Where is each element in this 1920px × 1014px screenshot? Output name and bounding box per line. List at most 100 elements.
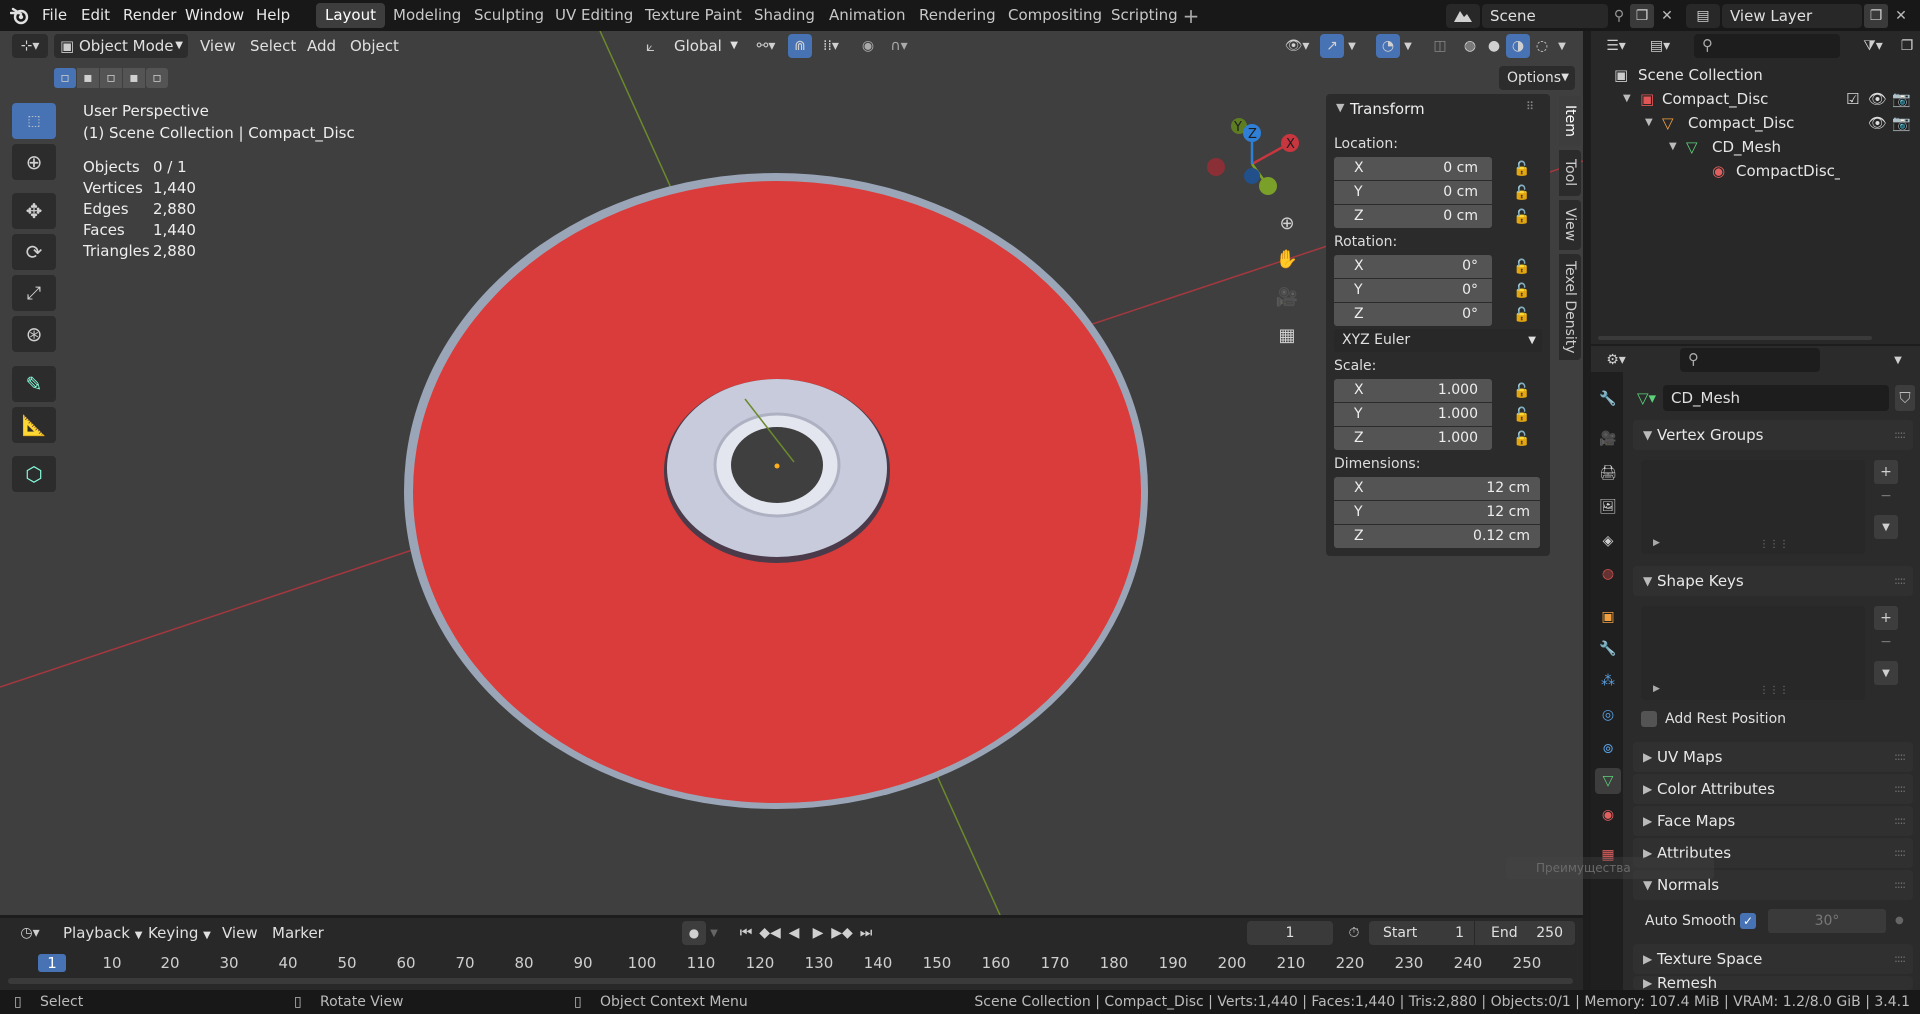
world-properties-icon[interactable]: ◍: [1595, 561, 1621, 587]
shading-rendered-icon[interactable]: ◌: [1530, 34, 1554, 58]
lock-icon[interactable]: 🔓: [1512, 382, 1532, 400]
viewport-menu-add[interactable]: Add: [300, 34, 343, 58]
lock-icon[interactable]: 🔓: [1512, 184, 1532, 202]
outliner-editor-type-icon[interactable]: ☰▾: [1598, 34, 1634, 58]
editor-type-icon[interactable]: ⊹▾: [12, 34, 48, 58]
workspace-tab-texture-paint[interactable]: Texture Paint: [636, 3, 751, 28]
shading-dropdown-icon[interactable]: ▼: [1554, 34, 1570, 58]
location-x-field[interactable]: X 0 cm: [1334, 157, 1492, 180]
camera-view-icon[interactable]: 🎥: [1272, 282, 1302, 312]
pivot-point-icon[interactable]: ⚯▾: [748, 34, 784, 58]
workspace-tab-scripting[interactable]: Scripting: [1102, 3, 1187, 28]
lock-icon[interactable]: 🔓: [1512, 258, 1532, 276]
tool-properties-icon[interactable]: 🔧: [1595, 386, 1621, 412]
orientation-dropdown[interactable]: ⟀ Global ▼: [644, 34, 740, 58]
workspace-tab-shading[interactable]: Shading: [745, 3, 824, 28]
play-icon[interactable]: ▶: [806, 921, 830, 945]
jump-start-icon[interactable]: ⏮: [734, 921, 758, 945]
transform-panel-title[interactable]: Transform: [1350, 100, 1425, 118]
select-extend-icon[interactable]: ▪: [77, 68, 99, 88]
scene-properties-icon[interactable]: ◈: [1595, 528, 1621, 554]
snap-toggle-icon[interactable]: ⋒: [788, 34, 812, 58]
viewport-menu-view[interactable]: View: [193, 34, 243, 58]
rotation-y-field[interactable]: Y 0°: [1334, 279, 1492, 302]
tool-move[interactable]: ✥: [12, 193, 56, 229]
auto-keying-dropdown-icon[interactable]: ▼: [706, 921, 722, 945]
mesh-data-selector[interactable]: ▽▾ CD_Mesh ⛉: [1633, 385, 1915, 411]
section-texture-space[interactable]: ▶ Texture Space::::: [1633, 944, 1913, 974]
auto-smooth-checkbox[interactable]: ✓: [1740, 913, 1756, 929]
view-layer-icon[interactable]: ▤: [1686, 4, 1720, 28]
current-frame-field[interactable]: 1: [1247, 921, 1333, 945]
jump-keyframe-back-icon[interactable]: ◆◀: [758, 921, 782, 945]
shading-wireframe-icon[interactable]: ◍: [1458, 34, 1482, 58]
workspace-tab-uv-editing[interactable]: UV Editing: [546, 3, 642, 28]
menu-window[interactable]: Window: [185, 3, 244, 28]
remove-vertex-group-icon[interactable]: −: [1874, 484, 1898, 508]
output-properties-icon[interactable]: 🖨: [1595, 460, 1621, 486]
dimensions-z-field[interactable]: Z 0.12 cm: [1334, 525, 1540, 548]
workspace-tab-modeling[interactable]: Modeling: [384, 3, 470, 28]
gizmo-dropdown-icon[interactable]: ▼: [1344, 34, 1360, 58]
menu-edit[interactable]: Edit: [81, 3, 110, 28]
proportional-edit-icon[interactable]: ◉: [856, 34, 880, 58]
menu-help[interactable]: Help: [256, 3, 290, 28]
location-z-field[interactable]: Z 0 cm: [1334, 205, 1492, 228]
outliner-row-cd-mesh[interactable]: ▼ ▽ CD_Mesh: [1614, 135, 1914, 159]
modifier-properties-icon[interactable]: 🔧: [1595, 636, 1621, 662]
viewport-menu-select[interactable]: Select: [243, 34, 303, 58]
tool-cursor[interactable]: ⊕: [12, 144, 56, 180]
outliner-search-input[interactable]: ⚲: [1694, 34, 1840, 58]
play-reverse-icon[interactable]: ◀: [782, 921, 806, 945]
section-uv-maps[interactable]: ▶ UV Maps::::: [1633, 742, 1913, 772]
menu-file[interactable]: File: [42, 3, 67, 28]
lock-icon[interactable]: 🔓: [1512, 160, 1532, 178]
lock-icon[interactable]: 🔓: [1512, 306, 1532, 324]
view-layer-field[interactable]: View Layer: [1722, 4, 1862, 28]
scene-name-field[interactable]: Scene: [1482, 4, 1608, 28]
chevron-down-icon[interactable]: ▼: [1336, 101, 1344, 114]
mesh-data-properties-icon[interactable]: ▽: [1595, 768, 1621, 794]
workspace-tab-compositing[interactable]: Compositing: [999, 3, 1111, 28]
workspace-tab-rendering[interactable]: Rendering: [910, 3, 1005, 28]
outliner-row-compact-disc-object[interactable]: ▼ ▽ Compact_Disc 👁 📷: [1614, 111, 1914, 135]
select-new-icon[interactable]: ▫: [54, 68, 76, 88]
blender-logo-icon[interactable]: [8, 4, 32, 28]
scale-x-field[interactable]: X 1.000: [1334, 379, 1492, 402]
select-subtract-icon[interactable]: ▫: [100, 68, 122, 88]
vertex-groups-list[interactable]: ▶ ⋮⋮⋮: [1641, 460, 1865, 554]
render-properties-icon[interactable]: 🎥: [1595, 426, 1621, 452]
jump-end-icon[interactable]: ⏭: [854, 921, 878, 945]
section-vertex-groups[interactable]: ▼ Vertex Groups::::: [1633, 420, 1913, 450]
select-invert-icon[interactable]: ▪: [123, 68, 145, 88]
add-workspace-icon[interactable]: +: [1180, 4, 1202, 28]
filter-icon[interactable]: ⧩▾: [1856, 34, 1890, 58]
outliner-row-scene-collection[interactable]: ▣ Scene Collection: [1614, 63, 1914, 87]
tool-add-cube[interactable]: ⬡: [12, 456, 56, 492]
sidebar-tab-item[interactable]: Item: [1559, 96, 1581, 146]
remove-shape-key-icon[interactable]: −: [1874, 630, 1898, 654]
keyframe-dot-icon[interactable]: ●: [1895, 909, 1904, 933]
object-properties-icon[interactable]: ▣: [1595, 604, 1621, 630]
constraints-properties-icon[interactable]: ⊚: [1595, 736, 1621, 762]
section-color-attributes[interactable]: ▶ Color Attributes::::: [1633, 774, 1913, 804]
mesh-name-field[interactable]: CD_Mesh: [1663, 385, 1889, 411]
overlays-dropdown-icon[interactable]: ▼: [1400, 34, 1416, 58]
outliner-row-compact-disc-collection[interactable]: ▼ ▣ Compact_Disc ☑ 👁 📷: [1614, 87, 1914, 111]
particles-properties-icon[interactable]: ⁂: [1595, 668, 1621, 694]
section-face-maps[interactable]: ▶ Face Maps::::: [1633, 806, 1913, 836]
frame-start-field[interactable]: Start 1: [1369, 921, 1474, 945]
display-mode-icon[interactable]: ▤▾: [1642, 34, 1678, 58]
pin-scene-icon[interactable]: ⚲: [1608, 4, 1630, 28]
pan-hand-icon[interactable]: ✋: [1272, 244, 1302, 274]
tool-measure[interactable]: 📐: [12, 407, 56, 443]
view-layer-properties-icon[interactable]: 🖼: [1595, 494, 1621, 520]
timeline-editor-type-icon[interactable]: ◷▾: [12, 921, 48, 945]
sidebar-tab-texel-density[interactable]: Texel Density: [1559, 254, 1581, 360]
panel-grip-icon[interactable]: ⠿: [1526, 100, 1534, 113]
new-collection-icon[interactable]: ❐: [1896, 34, 1918, 58]
workspace-tab-layout[interactable]: Layout: [316, 3, 385, 28]
vertex-group-menu-icon[interactable]: ▼: [1874, 515, 1898, 539]
tool-annotate[interactable]: ✎: [12, 366, 56, 402]
select-intersect-icon[interactable]: ▫: [146, 68, 168, 88]
